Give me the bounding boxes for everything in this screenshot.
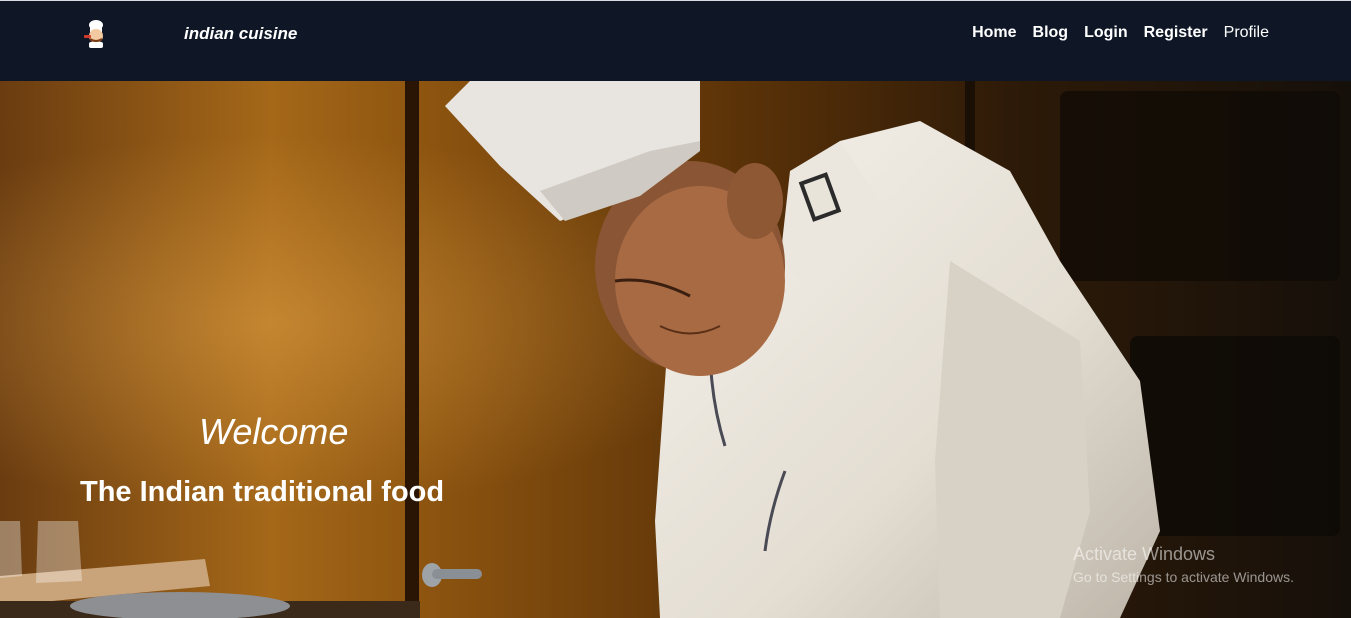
nav-home[interactable]: Home bbox=[972, 24, 1016, 42]
nav-login[interactable]: Login bbox=[1084, 24, 1128, 42]
welcome-heading: Welcome bbox=[199, 411, 349, 452]
brand-name[interactable]: indian cuisine bbox=[184, 24, 297, 44]
chef-photo bbox=[0, 81, 1351, 618]
navbar: indian cuisine Home Blog Login Register … bbox=[0, 0, 1351, 81]
windows-activation-watermark: Activate Windows Go to Settings to activ… bbox=[1073, 544, 1294, 585]
hero-section: Welcome The Indian traditional food bbox=[0, 81, 1351, 618]
hero-tagline: The Indian traditional food bbox=[80, 476, 445, 508]
activate-subtitle: Go to Settings to activate Windows. bbox=[1073, 569, 1294, 585]
activate-title: Activate Windows bbox=[1073, 544, 1216, 564]
nav-register[interactable]: Register bbox=[1144, 24, 1208, 42]
nav-blog[interactable]: Blog bbox=[1033, 24, 1069, 42]
nav-profile[interactable]: Profile bbox=[1224, 24, 1269, 42]
nav-links: Home Blog Login Register Profile bbox=[972, 24, 1269, 42]
chef-logo-icon[interactable] bbox=[80, 19, 112, 49]
